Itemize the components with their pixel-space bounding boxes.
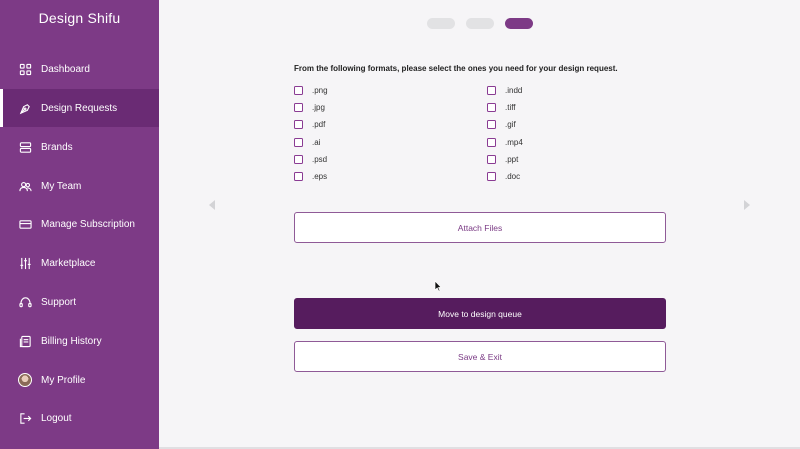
sidebar-item-label: Support bbox=[41, 296, 77, 308]
avatar bbox=[18, 373, 32, 387]
brand-name: Design Shifu bbox=[38, 10, 121, 26]
format-option[interactable]: .gif bbox=[487, 120, 516, 129]
format-label: .ai bbox=[312, 138, 321, 147]
sidebar-item-my-profile[interactable]: My Profile bbox=[0, 361, 159, 399]
mouse-cursor-icon bbox=[434, 279, 442, 292]
attach-files-button[interactable]: Attach Files bbox=[294, 212, 666, 243]
checkbox[interactable] bbox=[294, 138, 303, 147]
sidebar-item-label: Manage Subscription bbox=[41, 218, 135, 230]
format-option[interactable]: .tiff bbox=[487, 103, 516, 112]
format-option[interactable]: .eps bbox=[294, 172, 327, 181]
credit-card-icon bbox=[18, 217, 32, 231]
format-option[interactable]: .mp4 bbox=[487, 138, 523, 147]
sidebar-item-logout[interactable]: Logout bbox=[0, 399, 159, 437]
move-to-design-queue-button[interactable]: Move to design queue bbox=[294, 298, 666, 329]
format-label: .png bbox=[312, 86, 328, 95]
receipt-icon bbox=[18, 334, 32, 348]
pen-tool-icon bbox=[18, 101, 32, 115]
sidebar-item-label: Logout bbox=[41, 412, 72, 424]
checkbox[interactable] bbox=[487, 138, 496, 147]
grid-icon bbox=[18, 62, 32, 76]
format-option[interactable]: .jpg bbox=[294, 103, 325, 112]
checkbox[interactable] bbox=[294, 103, 303, 112]
format-option[interactable]: .ppt bbox=[487, 155, 518, 164]
users-icon bbox=[18, 179, 32, 193]
chevron-left-icon[interactable] bbox=[206, 198, 218, 212]
sidebar: Design Shifu Dashboard Design Requests B… bbox=[0, 0, 159, 449]
headset-icon bbox=[18, 295, 32, 309]
checkbox[interactable] bbox=[294, 120, 303, 129]
checkbox[interactable] bbox=[487, 120, 496, 129]
sliders-icon bbox=[18, 256, 32, 270]
save-exit-button[interactable]: Save & Exit bbox=[294, 341, 666, 372]
sidebar-item-label: My Team bbox=[41, 180, 82, 192]
format-option[interactable]: .ai bbox=[294, 138, 320, 147]
sidebar-item-label: Billing History bbox=[41, 335, 102, 347]
format-option[interactable]: .indd bbox=[487, 86, 522, 95]
format-label: .pdf bbox=[312, 120, 326, 129]
chevron-right-icon[interactable] bbox=[741, 198, 753, 212]
sidebar-item-label: Design Requests bbox=[41, 102, 118, 114]
sidebar-item-design-requests[interactable]: Design Requests bbox=[0, 89, 159, 127]
format-option[interactable]: .psd bbox=[294, 155, 327, 164]
sidebar-item-label: Brands bbox=[41, 141, 73, 153]
checkbox[interactable] bbox=[487, 155, 496, 164]
format-label: .tiff bbox=[505, 103, 516, 112]
sidebar-item-brands[interactable]: Brands bbox=[0, 128, 159, 166]
step-indicator-2 bbox=[466, 18, 494, 29]
sidebar-item-my-team[interactable]: My Team bbox=[0, 167, 159, 205]
format-label: .indd bbox=[505, 86, 523, 95]
server-icon bbox=[18, 140, 32, 154]
format-label: .psd bbox=[312, 155, 328, 164]
checkbox[interactable] bbox=[487, 86, 496, 95]
format-label: .doc bbox=[505, 172, 521, 181]
checkbox[interactable] bbox=[294, 155, 303, 164]
checkbox[interactable] bbox=[294, 86, 303, 95]
sidebar-item-manage-subscription[interactable]: Manage Subscription bbox=[0, 205, 159, 243]
format-option[interactable]: .pdf bbox=[294, 120, 325, 129]
format-label: .gif bbox=[505, 120, 516, 129]
checkbox[interactable] bbox=[487, 172, 496, 181]
sidebar-item-support[interactable]: Support bbox=[0, 283, 159, 321]
checkbox[interactable] bbox=[487, 103, 496, 112]
sidebar-item-label: Dashboard bbox=[41, 63, 90, 75]
format-label: .jpg bbox=[312, 103, 325, 112]
format-option[interactable]: .png bbox=[294, 86, 328, 95]
format-question: From the following formats, please selec… bbox=[294, 64, 618, 73]
step-indicator-1 bbox=[427, 18, 455, 29]
sidebar-item-dashboard[interactable]: Dashboard bbox=[0, 50, 159, 88]
checkbox[interactable] bbox=[294, 172, 303, 181]
step-indicator-3-active bbox=[505, 18, 533, 29]
format-option[interactable]: .doc bbox=[487, 172, 520, 181]
sidebar-item-label: My Profile bbox=[41, 374, 86, 386]
sidebar-item-billing-history[interactable]: Billing History bbox=[0, 322, 159, 360]
sidebar-item-marketplace[interactable]: Marketplace bbox=[0, 244, 159, 282]
format-label: .ppt bbox=[505, 155, 519, 164]
sidebar-item-label: Marketplace bbox=[41, 257, 96, 269]
format-label: .eps bbox=[312, 172, 328, 181]
logout-icon bbox=[18, 411, 32, 425]
format-label: .mp4 bbox=[505, 138, 523, 147]
